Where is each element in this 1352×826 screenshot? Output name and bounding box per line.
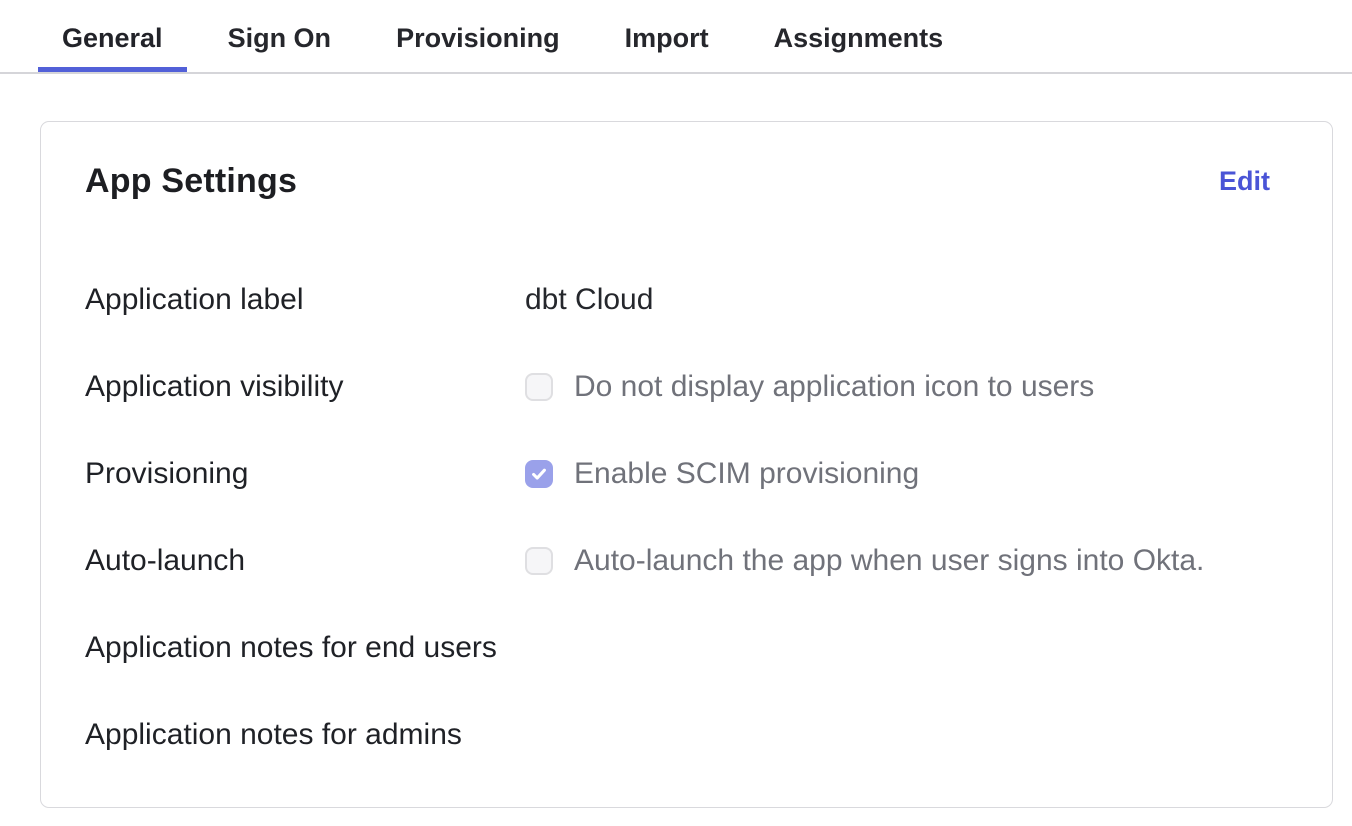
row-auto-launch: Auto-launch Auto-launch the app when use… xyxy=(85,543,1270,579)
tab-general[interactable]: General xyxy=(38,22,187,72)
card-header: App Settings Edit xyxy=(85,162,1270,200)
checkbox-do-not-display-icon[interactable] xyxy=(525,373,553,401)
tab-provisioning[interactable]: Provisioning xyxy=(372,22,584,72)
checkmark-icon xyxy=(530,465,548,483)
tab-bar: General Sign On Provisioning Import Assi… xyxy=(0,0,1352,74)
option-label-auto-launch: Auto-launch the app when user signs into… xyxy=(574,543,1204,579)
option-label-enable-scim: Enable SCIM provisioning xyxy=(574,456,919,492)
field-label-notes-end-users: Application notes for end users xyxy=(85,630,525,666)
row-application-label: Application label dbt Cloud xyxy=(85,282,1270,318)
card-title: App Settings xyxy=(85,162,297,200)
provisioning-check-group: Enable SCIM provisioning xyxy=(525,456,919,492)
option-label-do-not-display-icon: Do not display application icon to users xyxy=(574,369,1094,405)
row-application-visibility: Application visibility Do not display ap… xyxy=(85,369,1270,405)
app-settings-card: App Settings Edit Application label dbt … xyxy=(40,121,1333,808)
tab-sign-on[interactable]: Sign On xyxy=(204,22,356,72)
field-label-notes-admins: Application notes for admins xyxy=(85,717,525,753)
field-label-application-label: Application label xyxy=(85,282,525,318)
field-label-auto-launch: Auto-launch xyxy=(85,543,525,579)
application-visibility-check-group: Do not display application icon to users xyxy=(525,369,1094,405)
row-notes-admins: Application notes for admins xyxy=(85,717,1270,753)
checkbox-auto-launch[interactable] xyxy=(525,547,553,575)
row-notes-end-users: Application notes for end users xyxy=(85,630,1270,666)
field-value-application-label: dbt Cloud xyxy=(525,282,653,318)
field-label-provisioning: Provisioning xyxy=(85,456,525,492)
tab-assignments[interactable]: Assignments xyxy=(750,22,968,72)
row-provisioning: Provisioning Enable SCIM provisioning xyxy=(85,456,1270,492)
field-label-application-visibility: Application visibility xyxy=(85,369,525,405)
checkbox-enable-scim[interactable] xyxy=(525,460,553,488)
edit-link[interactable]: Edit xyxy=(1219,166,1270,197)
tab-import[interactable]: Import xyxy=(601,22,733,72)
auto-launch-check-group: Auto-launch the app when user signs into… xyxy=(525,543,1204,579)
